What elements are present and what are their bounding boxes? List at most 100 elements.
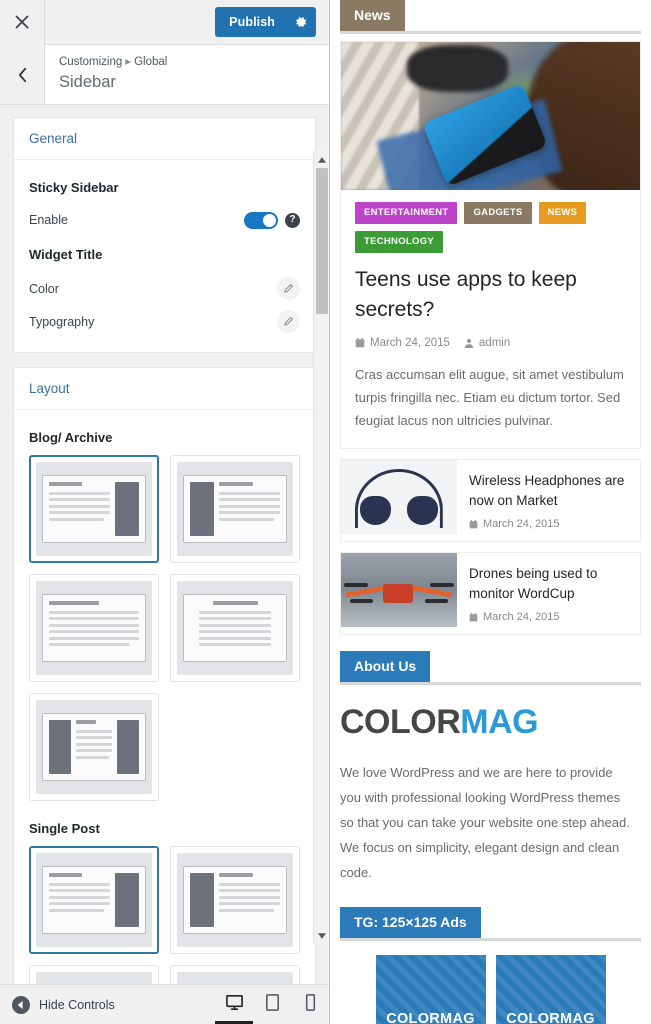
general-section: General Sticky Sidebar Enable ? Widget T… [13,117,316,353]
widget-title-label: Widget Title [29,247,103,262]
ad-banner[interactable]: COLORMAG [495,955,606,1024]
preview-content: News ENTERTAINMENT GADGETS NEWS TECHNOLO… [330,0,651,1024]
layout-section-title: Layout [14,368,315,410]
featured-article-meta: March 24, 2015 admin [355,337,626,349]
single-post-option-no-sidebar-content-centered[interactable] [170,965,300,984]
close-x-icon[interactable] [0,0,45,45]
layout-option-no-sidebar-full-width[interactable] [29,574,159,682]
article-date-text: March 24, 2015 [483,518,560,530]
single-post-option-right-sidebar[interactable] [29,846,159,954]
typography-label: Typography [29,314,95,329]
about-us-widget-header: About Us [340,651,641,685]
ad-banner-label: COLORMAG [506,1011,595,1024]
user-icon [464,338,474,348]
customizer-scrollbar[interactable] [313,151,329,944]
article-date-text: March 24, 2015 [483,611,560,623]
site-preview-pane: News ENTERTAINMENT GADGETS NEWS TECHNOLO… [330,0,651,1024]
news-widget-header: News [340,0,641,34]
general-section-body: Sticky Sidebar Enable ? Widget Title Col… [14,160,315,352]
category-badge-technology[interactable]: TECHNOLOGY [355,231,444,253]
layout-option-left-sidebar[interactable] [170,455,300,563]
drone-arm-left [345,585,386,597]
customizer-footer: Hide Controls [0,984,329,1024]
general-section-title: General [14,118,315,160]
about-us-widget-title: About Us [340,651,431,682]
featured-article-image[interactable] [341,42,640,190]
drone-rotor [344,582,368,587]
mobile-icon[interactable] [291,985,329,1024]
ads-widget: TG: 125×125 Ads COLORMAG COLORMAG [340,907,651,1024]
single-post-label: Single Post [29,821,100,836]
article-title[interactable]: Drones being used to monitor WordCup [469,564,628,604]
breadcrumb: Customizing ▸ Global [59,54,167,70]
publish-button[interactable]: Publish [215,7,286,37]
article-thumbnail-headphones[interactable] [341,460,457,534]
drone-rotor [350,598,374,603]
category-badge-news[interactable]: NEWS [538,202,587,224]
blog-archive-layout-grid [29,455,300,801]
featured-article-excerpt: Cras accumsan elit augue, sit amet vesti… [355,367,624,428]
layout-option-no-sidebar-content-centered[interactable] [170,574,300,682]
tablet-icon[interactable] [253,985,291,1024]
drone-rotor [424,598,448,603]
color-row: Color [29,272,300,305]
scroll-up-arrow-icon[interactable] [314,151,329,168]
list-item: Wireless Headphones are now on Market Ma… [340,459,641,542]
layout-option-both-sidebars[interactable] [29,693,159,801]
article-body: Drones being used to monitor WordCup Mar… [457,553,640,634]
typography-row: Typography [29,305,300,338]
article-body: Wireless Headphones are now on Market Ma… [457,460,640,541]
enable-row: Enable ? [29,205,300,235]
pencil-icon[interactable] [277,277,300,300]
article-date: March 24, 2015 [469,611,628,623]
scroll-down-arrow-icon[interactable] [314,927,329,944]
category-badge-entertainment[interactable]: ENTERTAINMENT [355,202,458,224]
collapse-arrow-icon [12,995,30,1014]
featured-article-date: March 24, 2015 [355,337,450,349]
single-post-layout-grid [29,846,300,984]
gear-icon[interactable] [286,7,316,37]
ads-row: COLORMAG COLORMAG [340,941,651,1024]
ads-widget-header: TG: 125×125 Ads [340,907,641,941]
about-us-text: We love WordPress and we are here to pro… [340,765,630,880]
article-title[interactable]: Wireless Headphones are now on Market [469,471,628,511]
article-thumbnail-drone[interactable] [341,553,457,627]
layout-section: Layout Blog/ Archive Single Post [13,367,316,984]
news-widget-title: News [340,0,405,31]
drone-body [382,584,413,604]
drone-arm-right [412,585,453,597]
publish-group: Publish [215,7,316,37]
customizer-topbar: Publish [0,0,329,45]
sticky-sidebar-label: Sticky Sidebar [29,180,119,195]
layout-option-right-sidebar[interactable] [29,455,159,563]
calendar-icon [469,519,478,528]
chevron-left-icon[interactable] [0,45,45,104]
help-icon[interactable]: ? [285,212,300,228]
customizer-screen: Publish Customizing ▸ Global Sidebar Gen… [0,0,651,1024]
about-us-widget: About Us COLORMAG We love WordPress and … [340,651,651,891]
sticky-sidebar-toggle[interactable] [244,211,278,229]
calendar-icon [469,612,478,621]
desktop-icon[interactable] [215,985,253,1024]
single-post-option-no-sidebar-full-width[interactable] [29,965,159,984]
enable-controls: ? [244,211,300,229]
hide-controls-button[interactable]: Hide Controls [0,995,115,1014]
category-badges: ENTERTAINMENT GADGETS NEWS TECHNOLOGY [355,202,626,253]
device-preview-switcher [215,985,329,1024]
featured-article-card: ENTERTAINMENT GADGETS NEWS TECHNOLOGY Te… [340,41,641,449]
color-label: Color [29,281,59,296]
scrollbar-thumb[interactable] [316,168,328,314]
layout-section-body: Blog/ Archive Single Post [14,410,315,984]
about-us-body: COLORMAG We love WordPress and we are he… [340,685,651,891]
single-post-option-left-sidebar[interactable] [170,846,300,954]
ad-banner[interactable]: COLORMAG [375,955,486,1024]
featured-article-title[interactable]: Teens use apps to keep secrets? [355,265,626,325]
category-badge-gadgets[interactable]: GADGETS [464,202,532,224]
pencil-icon[interactable] [277,310,300,333]
customizer-panel: Publish Customizing ▸ Global Sidebar Gen… [0,0,330,1024]
toggle-knob [263,213,276,227]
hide-controls-label: Hide Controls [39,997,115,1012]
breadcrumb-prefix: Customizing [59,56,123,68]
article-date: March 24, 2015 [469,518,628,530]
drone-rotor [430,582,454,587]
